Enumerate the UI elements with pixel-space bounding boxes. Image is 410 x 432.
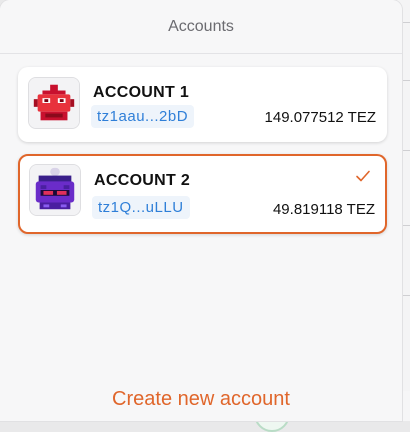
sheet-header: Accounts	[0, 0, 402, 54]
account-card-1[interactable]: ACCOUNT 1 tz1aau...2bD 149.077512 TEZ	[18, 67, 387, 142]
account-card-2[interactable]: ACCOUNT 2 tz1Q...uLLU 49.819118 TEZ	[18, 154, 387, 234]
account-balance: 49.819118 TEZ	[272, 201, 375, 218]
create-new-account-button[interactable]: Create new account	[0, 388, 402, 411]
account-balance: 149.077512 TEZ	[264, 109, 376, 126]
purple-robot-avatar-icon	[29, 164, 81, 216]
accounts-sheet: Accounts ACCOUNT 1 tz1aau...2bD 149.0775…	[0, 0, 402, 421]
selected-check-icon	[356, 170, 370, 182]
account-name: ACCOUNT 1	[93, 84, 190, 101]
account-address[interactable]: tz1Q...uLLU	[92, 196, 190, 219]
account-address[interactable]: tz1aau...2bD	[91, 105, 195, 128]
red-robot-avatar-icon	[28, 77, 80, 129]
sheet-title: Accounts	[168, 17, 234, 35]
account-name: ACCOUNT 2	[94, 172, 191, 189]
